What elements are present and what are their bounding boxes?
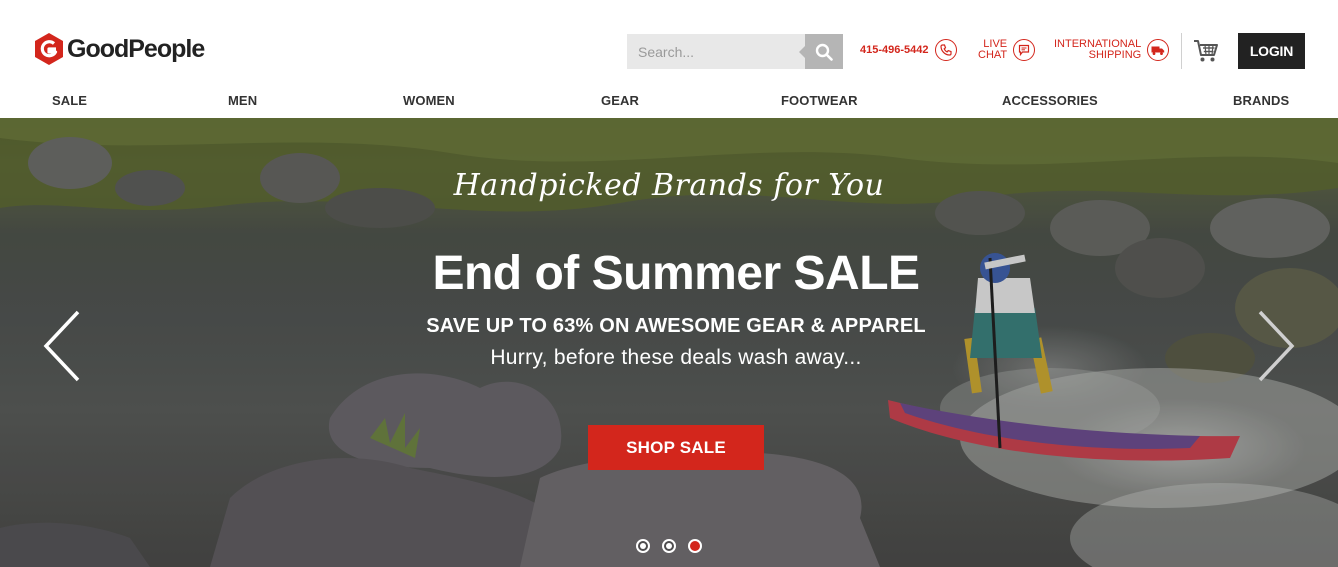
truck-icon (1147, 39, 1170, 61)
live-chat-line2: CHAT (978, 49, 1008, 61)
nav-item-accessories[interactable]: ACCESSORIES (1002, 93, 1098, 108)
nav-item-men[interactable]: MEN (228, 93, 257, 108)
hero-subhead: SAVE UP TO 63% ON AWESOME GEAR & APPAREL (426, 315, 926, 337)
nav-item-brands[interactable]: BRANDS (1233, 93, 1289, 108)
slide-dot-2[interactable] (662, 539, 676, 553)
chat-icon (1013, 39, 1036, 61)
login-button[interactable]: LOGIN (1238, 33, 1305, 69)
chevron-left-icon[interactable] (40, 308, 84, 384)
search-box (627, 34, 843, 69)
slide-dot-1[interactable] (636, 539, 650, 553)
nav-item-women[interactable]: WOMEN (403, 93, 455, 108)
header-divider (1181, 33, 1182, 69)
logo[interactable]: GoodPeople (34, 32, 205, 66)
nav-item-sale[interactable]: SALE (52, 93, 87, 108)
phone-contact[interactable]: 415-496-5442 (860, 39, 957, 61)
phone-number: 415-496-5442 (860, 43, 929, 56)
slide-dot-3[interactable] (688, 539, 702, 553)
live-chat[interactable]: LIVE CHAT (978, 39, 1036, 61)
search-input[interactable] (627, 34, 805, 69)
shop-sale-button[interactable]: SHOP SALE (588, 425, 764, 470)
cart-icon[interactable] (1193, 38, 1219, 64)
hero-banner: Handpicked Brands for You End of Summer … (0, 118, 1338, 567)
hero-subline: Hurry, before these deals wash away... (490, 346, 862, 369)
shipping-label: INTERNATIONAL SHIPPING (1054, 39, 1141, 61)
shipping-line2: SHIPPING (1088, 49, 1142, 61)
search-button[interactable] (799, 34, 843, 69)
main-nav: SALE MEN WOMEN GEAR FOOTWEAR ACCESSORIES… (0, 88, 1338, 118)
logo-text: GoodPeople (67, 34, 205, 63)
nav-item-gear[interactable]: GEAR (601, 93, 639, 108)
search-icon (815, 43, 833, 61)
site-header: GoodPeople 415-496-5442 LIVE CHAT INTERN… (0, 0, 1338, 88)
hero-tagline: Handpicked Brands for You (453, 168, 885, 203)
live-chat-label: LIVE CHAT (978, 39, 1007, 61)
international-shipping[interactable]: INTERNATIONAL SHIPPING (1054, 39, 1170, 61)
logo-mark-icon (35, 33, 63, 65)
phone-icon (934, 39, 957, 61)
slider-pagination (636, 539, 702, 553)
hero-headline: End of Summer SALE (432, 247, 920, 300)
chevron-right-icon[interactable] (1254, 308, 1298, 384)
nav-item-footwear[interactable]: FOOTWEAR (781, 93, 858, 108)
